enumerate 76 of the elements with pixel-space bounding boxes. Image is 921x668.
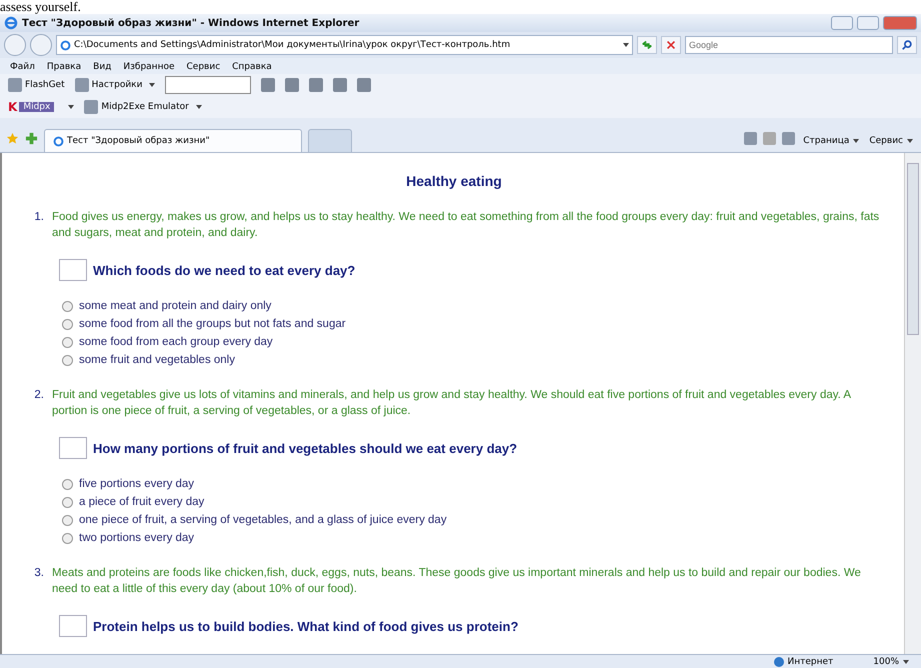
search-field[interactable]: Google [685, 36, 893, 54]
browser-tab[interactable] [308, 129, 352, 152]
toolbar-input[interactable] [165, 76, 252, 94]
zone-text: Интернет [774, 656, 834, 666]
address-field[interactable]: C:\Documents and Settings\Administrator\Мои документы\Irina\урок округ\Тест-контроль.htm [56, 35, 633, 55]
menu-item[interactable]: Избранное [123, 62, 174, 72]
stop-icon [665, 39, 677, 51]
option-label[interactable]: two portions every day [79, 532, 194, 544]
answer-box[interactable] [59, 259, 87, 281]
forward-button[interactable] [30, 34, 52, 56]
item-number: 2. [33, 388, 44, 403]
option-label[interactable]: some meat and protein and dairy only [79, 300, 272, 312]
add-favorite-icon[interactable] [25, 132, 38, 145]
option-label[interactable]: a piece of fruit every day [79, 496, 204, 508]
question-text: Which foods do we need to eat every day? [93, 262, 356, 278]
menu-item[interactable]: Сервис [186, 62, 220, 72]
zoom-button[interactable]: 100% [873, 656, 909, 666]
option-label[interactable]: one piece of fruit, a serving of vegetables, and a glass of juice every day [79, 514, 447, 526]
flashget-button[interactable]: FlashGet [8, 78, 65, 92]
page-icon [60, 40, 71, 50]
radio-button[interactable] [62, 336, 73, 348]
item-number: 1. [33, 210, 44, 225]
search-icon [901, 39, 913, 51]
settings-button[interactable]: Настройки [74, 78, 156, 92]
browser-tab[interactable]: Тест "Здоровый образ жизни" [44, 129, 302, 152]
item-number: 3. [33, 566, 44, 581]
option-label[interactable]: five portions every day [79, 478, 194, 490]
option-label[interactable]: some fruit and vegetables only [79, 354, 235, 366]
radio-button[interactable] [62, 532, 73, 544]
minimize-button[interactable] [831, 16, 853, 30]
browser-logo-icon [4, 16, 18, 30]
answer-box[interactable] [59, 615, 87, 637]
search-button[interactable] [897, 36, 917, 54]
refresh-button[interactable] [637, 36, 657, 54]
question-text: Protein helps us to build bodies. What kind of food gives us protein? [93, 618, 518, 634]
radio-button[interactable] [62, 496, 73, 508]
option-label[interactable]: some food from each group every day [79, 336, 273, 348]
caret-icon[interactable] [68, 105, 74, 109]
question-text: How many portions of fruit and vegetables should we eat every day? [93, 440, 518, 456]
paragraph: Food gives us energy, makes us grow, and helps us to stay healthy. We need to eat something from all the food groups every day: fruit and vegetables, grains, fats and sugars, meat and protein, and dairy. [52, 210, 880, 241]
emulator-button[interactable]: Midp2Exe Emulator [84, 100, 202, 114]
radio-button[interactable] [62, 300, 73, 312]
caret-icon [196, 105, 202, 109]
paragraph: Meats and proteins are foods like chicken,fish, duck, eggs, nuts, beans. These goods give us important minerals and help us to build and repair our bodies. We need to eat a little of this every day (about 10% of our food). [52, 566, 862, 597]
logo-mark: K [8, 100, 18, 114]
radio-button[interactable] [62, 318, 73, 330]
maximize-button[interactable] [857, 16, 879, 30]
caret-icon [149, 83, 156, 87]
refresh-icon [641, 39, 653, 51]
window-title: Тест "Здоровый образ жизни" - Windows Internet Explorer [22, 18, 360, 28]
caret-icon [853, 139, 860, 143]
caret-icon [907, 139, 913, 143]
menu-item[interactable]: Правка [46, 62, 82, 72]
globe-icon [774, 656, 784, 666]
stop-button[interactable] [661, 36, 681, 54]
caption-text: assess yourself. [0, 0, 82, 14]
tools-menu-button[interactable]: Сервис [867, 136, 915, 146]
page-heading: Healthy eating [405, 173, 503, 189]
page-icon [53, 136, 64, 146]
answer-box[interactable] [59, 437, 87, 459]
radio-button[interactable] [62, 478, 73, 490]
radio-button[interactable] [62, 354, 73, 366]
page-menu-button[interactable]: Страница [801, 136, 862, 146]
caret-icon[interactable] [623, 43, 629, 47]
scrollbar[interactable] [904, 153, 921, 654]
menu-item[interactable]: Вид [93, 62, 112, 72]
menu-item[interactable]: Файл [10, 62, 35, 72]
option-label[interactable]: some food from all the groups but not fats and sugar [79, 318, 346, 330]
close-button[interactable] [883, 16, 917, 30]
radio-button[interactable] [62, 514, 73, 526]
caret-icon [903, 660, 909, 664]
favorites-star-icon[interactable] [6, 132, 19, 145]
back-button[interactable] [4, 34, 26, 56]
menu-item[interactable]: Справка [232, 62, 272, 72]
midpx-button[interactable]: Midpx [19, 102, 54, 112]
paragraph: Fruit and vegetables give us lots of vitamins and minerals, and help us grow and stay healthy. We should eat five portions of fruit and vegetables every day. A portion is one piece of fruit, a serving of vegetables, or a glass of juice. [52, 388, 852, 419]
